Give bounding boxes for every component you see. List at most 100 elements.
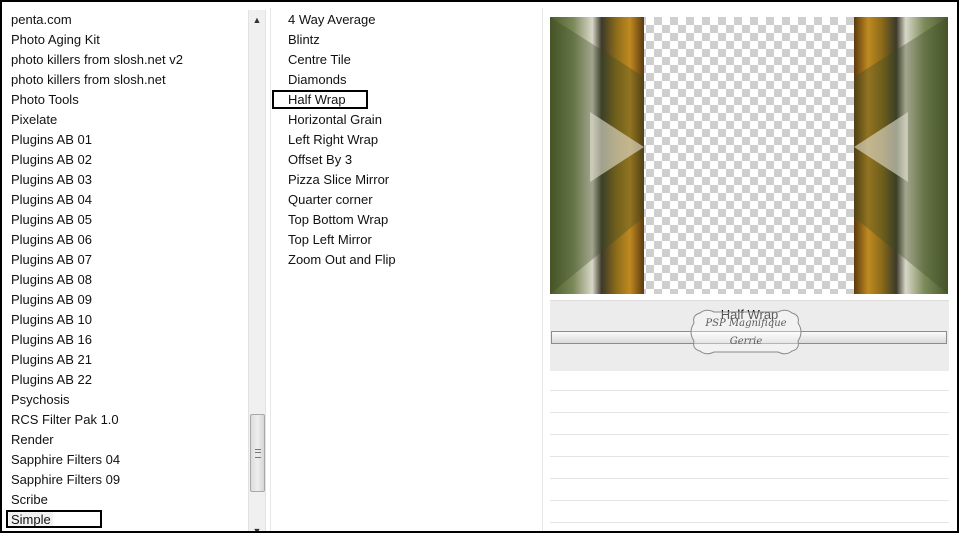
filter-label: Centre Tile: [288, 52, 351, 67]
category-item[interactable]: penta.com: [4, 10, 246, 30]
filter-label: Top Bottom Wrap: [288, 212, 389, 227]
category-item[interactable]: Scribe: [4, 490, 246, 510]
category-label: Scribe: [11, 492, 48, 507]
category-label: RCS Filter Pak 1.0: [11, 412, 119, 427]
filter-item[interactable]: Pizza Slice Mirror: [280, 170, 530, 190]
filter-item[interactable]: 4 Way Average: [280, 10, 530, 30]
category-label: Plugins AB 03: [11, 172, 92, 187]
watermark-stamp: PSP Magnifique Gerrie: [686, 307, 806, 357]
category-label: Plugins AB 02: [11, 152, 92, 167]
category-item[interactable]: Render: [4, 430, 246, 450]
category-label: Render: [11, 432, 54, 447]
category-item[interactable]: Plugins AB 10: [4, 310, 246, 330]
watermark-text: PSP Magnifique: [705, 318, 787, 329]
filter-label: Top Left Mirror: [288, 232, 372, 247]
filter-name-strip: Half Wrap PSP Magnifique Gerrie: [550, 300, 949, 371]
filter-label: Quarter corner: [288, 192, 373, 207]
watermark-author: Gerrie: [729, 336, 763, 347]
category-label: Photo Tools: [11, 92, 79, 107]
category-label: Plugins AB 21: [11, 352, 92, 367]
divider: [550, 456, 949, 457]
filter-label: 4 Way Average: [288, 12, 376, 27]
category-item[interactable]: Plugins AB 07: [4, 250, 246, 270]
divider: [550, 522, 949, 523]
category-list[interactable]: penta.com Photo Aging Kit photo killers fr…: [4, 10, 246, 531]
category-item[interactable]: Sapphire Filters 09: [4, 470, 246, 490]
filter-item[interactable]: Zoom Out and Flip: [280, 250, 530, 270]
selection-highlight: [272, 90, 368, 109]
category-item[interactable]: RCS Filter Pak 1.0: [4, 410, 246, 430]
category-label: Plugins AB 16: [11, 332, 92, 347]
category-item[interactable]: Plugins AB 04: [4, 190, 246, 210]
category-item[interactable]: Plugins AB 05: [4, 210, 246, 230]
category-item[interactable]: Plugins AB 21: [4, 350, 246, 370]
filter-label: Blintz: [288, 32, 320, 47]
category-label: Photo Aging Kit: [11, 32, 100, 47]
category-item[interactable]: photo killers from slosh.net v2: [4, 50, 246, 70]
filter-item[interactable]: Top Bottom Wrap: [280, 210, 530, 230]
category-label: Plugins AB 09: [11, 292, 92, 307]
category-label: photo killers from slosh.net v2: [11, 52, 183, 67]
category-label: Plugins AB 22: [11, 372, 92, 387]
watermark-frame-icon: [690, 309, 802, 355]
divider: [550, 412, 949, 413]
category-item[interactable]: Plugins AB 16: [4, 330, 246, 350]
filter-item[interactable]: Blintz: [280, 30, 530, 50]
category-label: Plugins AB 05: [11, 212, 92, 227]
filter-item[interactable]: Centre Tile: [280, 50, 530, 70]
filter-label: Horizontal Grain: [288, 112, 382, 127]
filter-item[interactable]: Top Left Mirror: [280, 230, 530, 250]
filter-label: Pizza Slice Mirror: [288, 172, 390, 187]
category-item[interactable]: Plugins AB 03: [4, 170, 246, 190]
preview-left-strip: [550, 17, 644, 294]
filter-label: Left Right Wrap: [288, 132, 379, 147]
category-item[interactable]: Plugins AB 08: [4, 270, 246, 290]
category-label: Plugins AB 08: [11, 272, 92, 287]
category-item[interactable]: Psychosis: [4, 390, 246, 410]
category-label: Plugins AB 01: [11, 132, 92, 147]
category-item[interactable]: Sapphire Filters 04: [4, 450, 246, 470]
category-label: photo killers from slosh.net: [11, 72, 166, 87]
category-label: Plugins AB 06: [11, 232, 92, 247]
category-item[interactable]: Plugins AB 01: [4, 130, 246, 150]
category-item[interactable]: Pixelate: [4, 110, 246, 130]
filter-label: Zoom Out and Flip: [288, 252, 396, 267]
divider: [550, 500, 949, 501]
parameter-area: [550, 370, 949, 531]
grip-icon: [255, 449, 261, 458]
filter-item[interactable]: Left Right Wrap: [280, 130, 530, 150]
category-item[interactable]: photo killers from slosh.net: [4, 70, 246, 90]
divider: [550, 478, 949, 479]
arrow-up-icon[interactable]: ▲: [249, 12, 265, 28]
arrow-down-icon[interactable]: ▼: [249, 523, 265, 531]
column-divider: [542, 8, 543, 531]
category-label: Sapphire Filters 09: [11, 472, 121, 487]
filter-item[interactable]: Diamonds: [280, 70, 530, 90]
category-label: Plugins AB 04: [11, 192, 92, 207]
filter-dialog: penta.com Photo Aging Kit photo killers fr…: [0, 0, 959, 533]
filter-item[interactable]: Horizontal Grain: [280, 110, 530, 130]
category-label: Sapphire Filters 04: [11, 452, 121, 467]
category-label: Psychosis: [11, 392, 70, 407]
category-item[interactable]: Plugins AB 06: [4, 230, 246, 250]
divider: [550, 434, 949, 435]
preview-right-strip: [854, 17, 948, 294]
category-label: penta.com: [11, 12, 72, 27]
divider: [550, 390, 949, 391]
category-label: Pixelate: [11, 112, 58, 127]
filter-item[interactable]: Half Wrap: [272, 90, 530, 110]
category-item[interactable]: Plugins AB 09: [4, 290, 246, 310]
category-item[interactable]: Photo Tools: [4, 90, 246, 110]
filter-list[interactable]: 4 Way Average Blintz Centre Tile Diamonds Ha…: [272, 10, 530, 270]
column-divider: [270, 8, 271, 531]
category-item[interactable]: Simple: [4, 510, 246, 530]
filter-item[interactable]: Offset By 3: [280, 150, 530, 170]
category-item[interactable]: Photo Aging Kit: [4, 30, 246, 50]
category-item[interactable]: Plugins AB 22: [4, 370, 246, 390]
scrollbar-thumb[interactable]: [250, 414, 265, 492]
filter-label: Offset By 3: [288, 152, 353, 167]
category-scrollbar[interactable]: ▲ ▼: [248, 10, 266, 531]
category-label: Plugins AB 07: [11, 252, 92, 267]
category-item[interactable]: Plugins AB 02: [4, 150, 246, 170]
filter-item[interactable]: Quarter corner: [280, 190, 530, 210]
